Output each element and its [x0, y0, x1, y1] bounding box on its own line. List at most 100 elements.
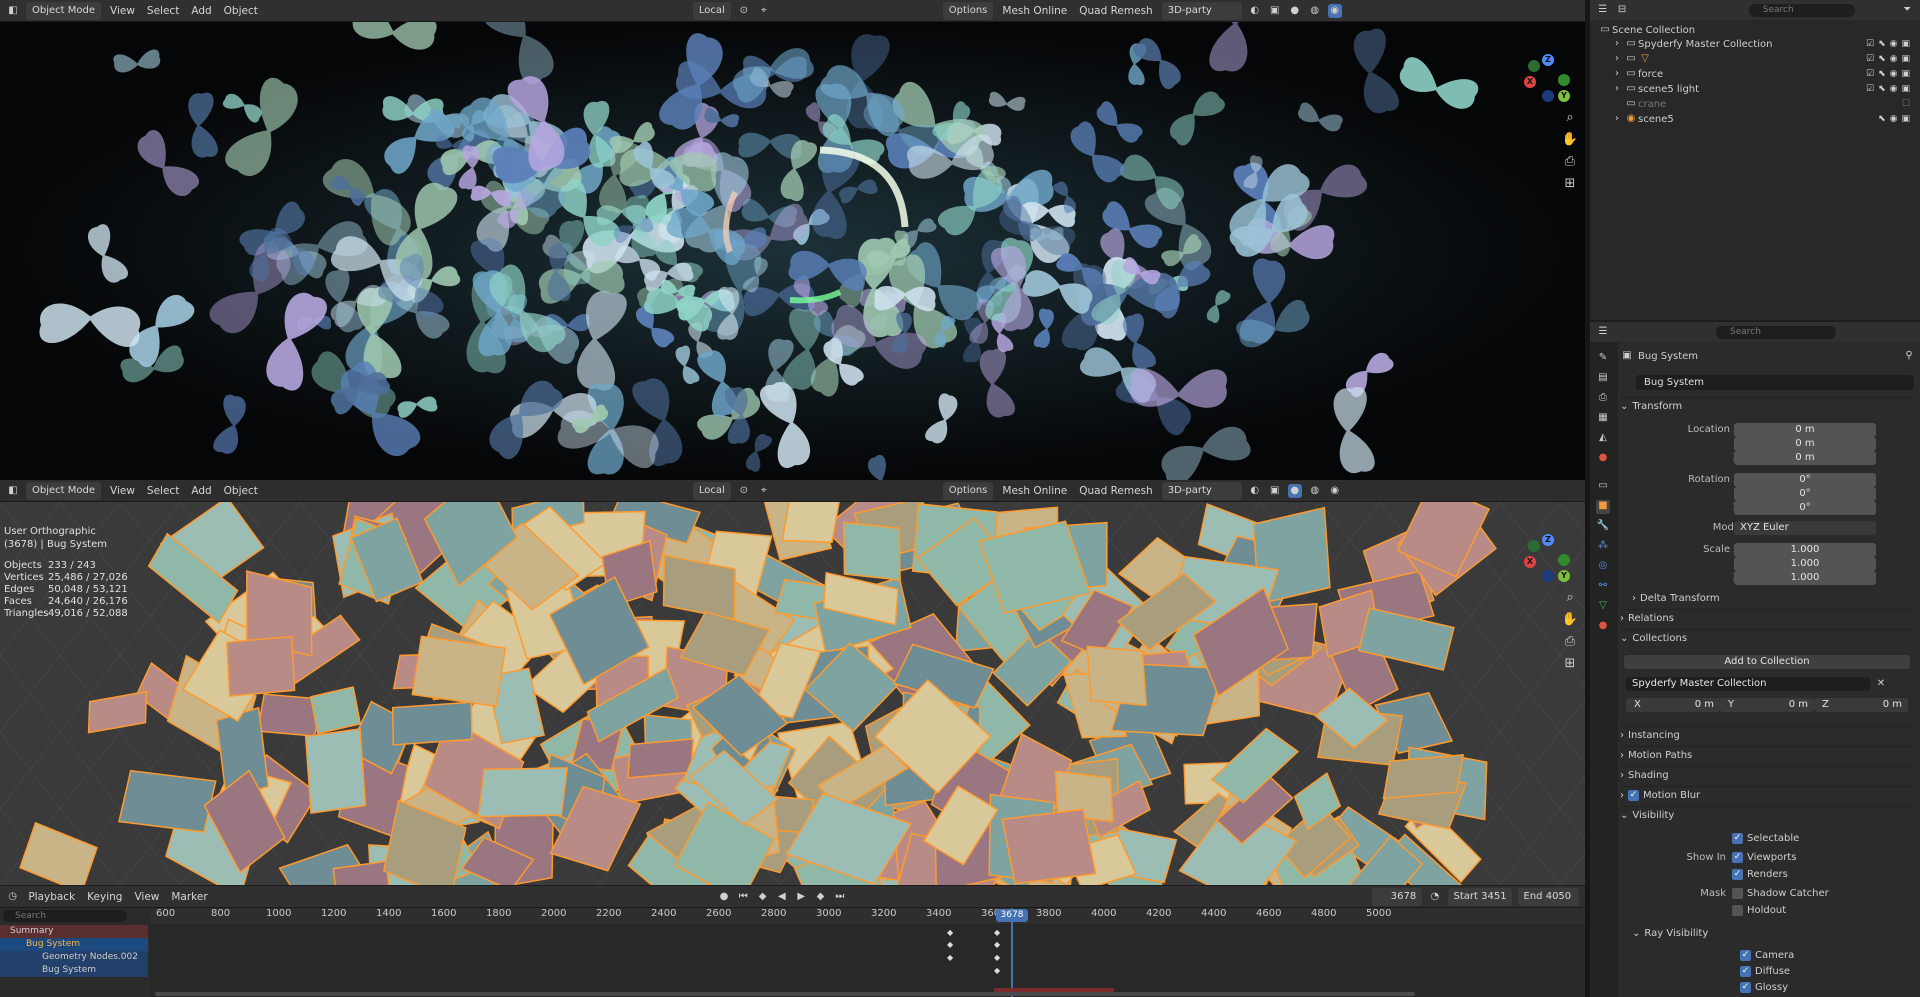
channel-geometry-nodes[interactable]: Geometry Nodes.002 — [0, 951, 148, 964]
card-object[interactable] — [781, 502, 842, 544]
outliner-item[interactable]: › ◉ scene5 ⬉◉▣ — [1590, 111, 1920, 127]
overlay-icon[interactable]: ◐ — [1248, 4, 1262, 18]
motion-blur-checkbox[interactable]: ✓ — [1628, 790, 1639, 801]
addon-quad-remesh[interactable]: Quad Remesh — [1076, 5, 1155, 17]
keyframe-marker[interactable]: ◆ — [994, 966, 1000, 975]
grid-toggle-icon-2[interactable]: ⊞ — [1560, 656, 1580, 676]
card-object[interactable] — [309, 686, 362, 735]
tool-tab-icon[interactable]: ✎ — [1596, 352, 1610, 366]
object-tab-icon[interactable]: ■ — [1596, 500, 1610, 514]
jump-end-icon[interactable]: ⏭ — [833, 890, 846, 904]
collection-offset-x[interactable]: X 0 m — [1626, 698, 1720, 712]
addon-mesh-online-2[interactable]: Mesh Online — [999, 485, 1070, 497]
navigation-gizmo-2[interactable]: Z X Y — [1522, 534, 1574, 586]
keyframe-marker[interactable]: ◆ — [994, 928, 1000, 937]
channel-bug-system[interactable]: Bug System — [0, 938, 148, 951]
data-tab-icon[interactable]: ▽ — [1596, 600, 1610, 614]
collection-offset-y[interactable]: Y 0 m — [1720, 698, 1814, 712]
menu-view[interactable]: View — [107, 5, 138, 17]
diffuse-checkbox[interactable]: ✓ — [1740, 966, 1751, 977]
mode-dropdown-2[interactable]: Object Mode — [26, 481, 101, 500]
location-x-field[interactable]: 0 m — [1734, 423, 1876, 437]
viewports-option[interactable]: ✓ Viewports — [1732, 852, 1796, 863]
section-transform[interactable]: ⌄ Transform — [1620, 397, 1916, 415]
section-ray-visibility[interactable]: ⌄ Ray Visibility — [1632, 924, 1916, 942]
rotation-y-field[interactable]: 0° — [1734, 487, 1876, 501]
zoom-icon[interactable]: ⌕ — [1560, 110, 1580, 130]
section-relations[interactable]: › Relations — [1620, 609, 1916, 627]
zoom-icon-2[interactable]: ⌕ — [1560, 590, 1580, 610]
card-object[interactable] — [87, 690, 148, 734]
card-object[interactable] — [477, 767, 569, 818]
menu-view-timeline[interactable]: View — [131, 891, 162, 903]
menu-playback[interactable]: Playback — [25, 891, 78, 903]
restrict-toggles[interactable]: ☐ — [1902, 99, 1914, 109]
outliner-item-empty[interactable]: › ▭ ▽ ☑⬉◉▣ — [1590, 51, 1920, 67]
add-to-collection-button[interactable]: Add to Collection — [1624, 655, 1910, 669]
snap-icon-2[interactable]: ⌖ — [757, 484, 771, 498]
pan-hand-icon[interactable]: ✋ — [1560, 132, 1580, 152]
collection-tab-icon[interactable]: ▭ — [1596, 480, 1610, 494]
card-object[interactable] — [411, 635, 507, 708]
expand-icon[interactable]: › — [1610, 52, 1624, 66]
outliner-item[interactable]: › ▭ scene5 light ☑⬉◉▣ — [1590, 81, 1920, 97]
orientation-dropdown-2[interactable]: Local — [692, 481, 731, 500]
grid-toggle-icon[interactable]: ⊞ — [1560, 176, 1580, 196]
shading-solid-icon-2[interactable]: ● — [1287, 483, 1302, 498]
world-tab-icon[interactable]: ● — [1596, 452, 1610, 466]
properties-search[interactable]: Search — [1716, 325, 1836, 339]
keyframe-marker[interactable]: ◆ — [947, 953, 953, 962]
pan-hand-icon-2[interactable]: ✋ — [1560, 612, 1580, 632]
bottom-viewport-solid[interactable]: User Orthographic (3678) | Bug System Ob… — [0, 502, 1585, 885]
constraints-tab-icon[interactable]: ⚯ — [1596, 580, 1610, 594]
pivot-icon[interactable]: ⊙ — [737, 4, 751, 18]
menu-select[interactable]: Select — [144, 5, 182, 17]
navigation-gizmo[interactable]: Z X Y — [1522, 54, 1574, 106]
prev-key-icon[interactable]: ◆ — [756, 890, 769, 904]
timeline-scrollbar[interactable] — [155, 992, 1415, 996]
collection-offset-z[interactable]: Z 0 m — [1814, 698, 1908, 712]
scale-x-field[interactable]: 1.000 — [1734, 543, 1876, 557]
xray-icon-2[interactable]: ▣ — [1268, 484, 1282, 498]
shading-rendered-icon-2[interactable]: ◉ — [1328, 484, 1342, 498]
menu-view-2[interactable]: View — [107, 485, 138, 497]
outliner-search[interactable]: Search — [1748, 3, 1855, 17]
editor-type-icon[interactable]: ◧ — [6, 4, 20, 18]
card-object[interactable] — [842, 521, 901, 581]
card-object[interactable] — [391, 701, 473, 746]
holdout-option[interactable]: Holdout — [1732, 905, 1786, 916]
selectable-option[interactable]: ✓ Selectable — [1732, 833, 1799, 844]
outliner-item[interactable]: ▭ crane ☐ — [1590, 96, 1920, 112]
selectable-checkbox[interactable]: ✓ — [1732, 833, 1743, 844]
shading-material-icon[interactable]: ◍ — [1308, 4, 1322, 18]
current-frame-field[interactable]: 3678 — [1372, 887, 1423, 906]
menu-select-2[interactable]: Select — [144, 485, 182, 497]
pivot-icon-2[interactable]: ⊙ — [737, 484, 751, 498]
location-z-field[interactable]: 0 m — [1734, 451, 1876, 465]
snap-icon[interactable]: ⌖ — [757, 4, 771, 18]
viewports-checkbox[interactable]: ✓ — [1732, 852, 1743, 863]
rotation-mode-dropdown[interactable]: XYZ Euler — [1734, 521, 1876, 535]
shadow-catcher-option[interactable]: Shadow Catcher — [1732, 888, 1829, 899]
holdout-checkbox[interactable] — [1732, 905, 1743, 916]
location-y-field[interactable]: 0 m — [1734, 437, 1876, 451]
rotation-x-field[interactable]: 0° — [1734, 473, 1876, 487]
addon-quad-remesh-2[interactable]: Quad Remesh — [1076, 485, 1155, 497]
card-object[interactable] — [118, 769, 217, 833]
xray-icon[interactable]: ▣ — [1268, 4, 1282, 18]
particles-tab-icon[interactable]: ⁂ — [1596, 540, 1610, 554]
card-object[interactable] — [1382, 754, 1465, 800]
card-object[interactable] — [304, 728, 367, 814]
physics-tab-icon[interactable]: ◎ — [1596, 560, 1610, 574]
section-instancing[interactable]: › Instancing — [1620, 726, 1916, 744]
channel-bug-system-action[interactable]: Bug System — [0, 964, 148, 977]
filter-icon[interactable]: ⏷ — [1901, 3, 1914, 17]
menu-keying[interactable]: Keying — [84, 891, 125, 903]
render-tab-icon[interactable]: ▤ — [1596, 372, 1610, 386]
output-tab-icon[interactable]: ⎙ — [1596, 392, 1610, 406]
clock-icon[interactable]: ◔ — [1428, 890, 1441, 904]
end-frame-field[interactable]: End 4050 — [1517, 887, 1579, 906]
restrict-toggles[interactable]: ☑⬉◉▣ — [1866, 84, 1914, 94]
shadow-catcher-checkbox[interactable] — [1732, 888, 1743, 899]
addon-3d-party[interactable]: 3D-party — [1161, 1, 1242, 20]
